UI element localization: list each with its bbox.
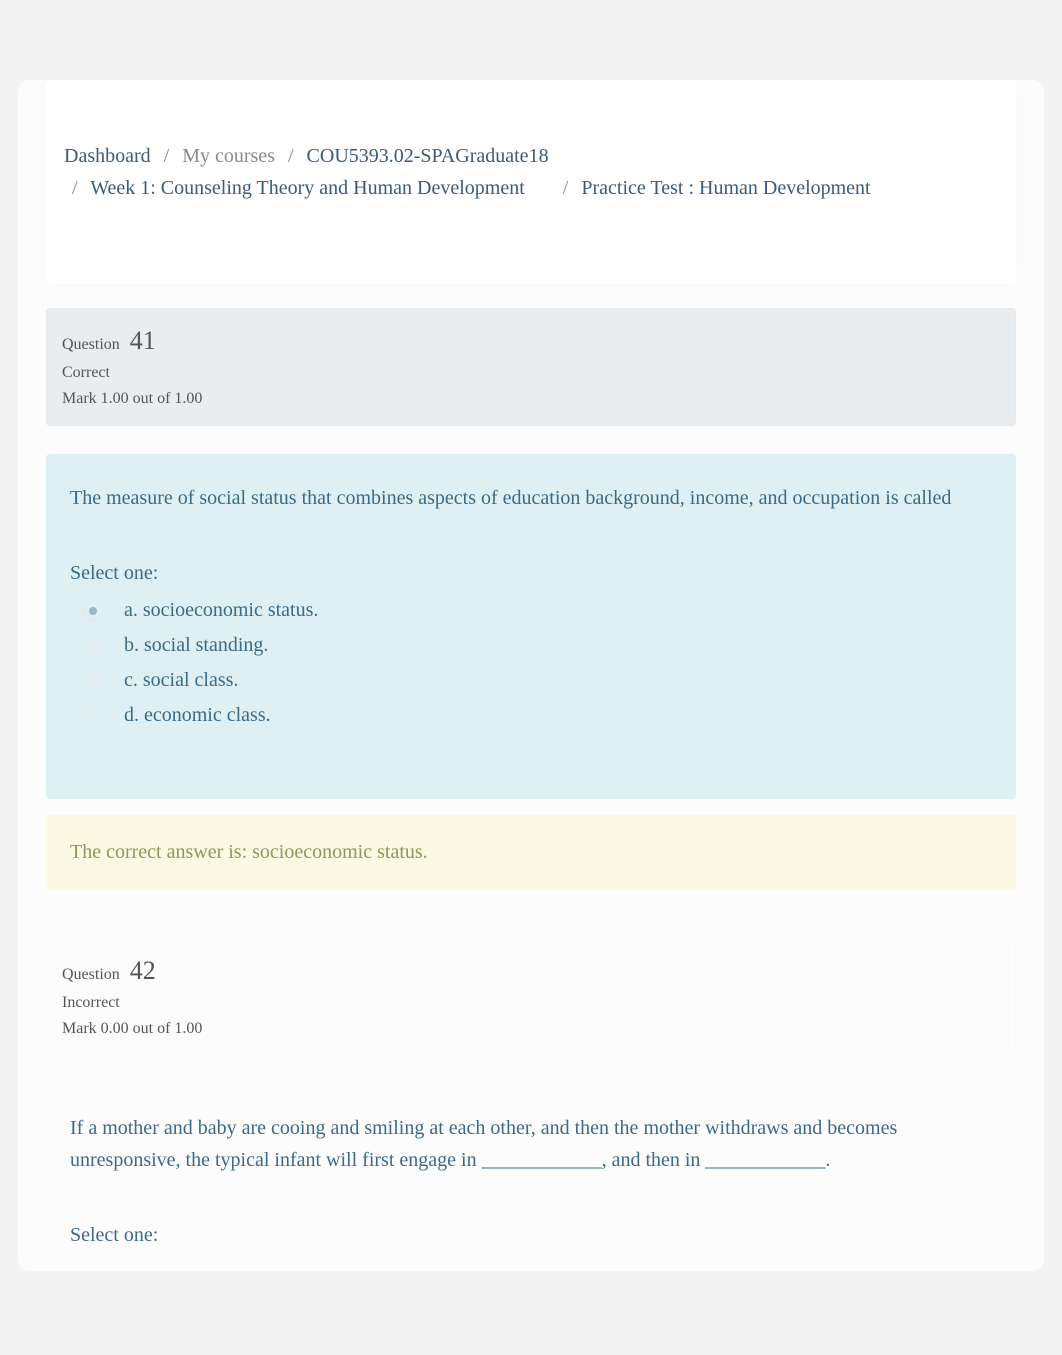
breadcrumb-course[interactable]: COU5393.02-SPAGraduate18 [307, 145, 549, 167]
question-block: Question 42 Incorrect Mark 0.00 out of 1… [46, 938, 1016, 1271]
answer-label: a. socioeconomic status. [124, 599, 318, 622]
answer-option[interactable]: a. socioeconomic status. [84, 599, 992, 622]
main-card: Dashboard / My courses / COU5393.02-SPAG… [18, 80, 1044, 1271]
question-mark: Mark 0.00 out of 1.00 [62, 1020, 1000, 1038]
question-text: The measure of social status that combin… [70, 482, 992, 514]
radio-icon [84, 602, 102, 620]
question-body: If a mother and baby are cooing and smil… [46, 1084, 1016, 1271]
breadcrumb-separator: / [280, 145, 302, 167]
question-mark: Mark 1.00 out of 1.00 [62, 390, 1000, 408]
breadcrumb-week[interactable]: Week 1: Counseling Theory and Human Deve… [90, 177, 525, 199]
question-number-label: Question [62, 336, 120, 354]
breadcrumb-separator: / [64, 177, 86, 199]
question-info: Question 42 Incorrect Mark 0.00 out of 1… [46, 938, 1016, 1056]
question-state: Correct [62, 364, 1000, 382]
answer-option[interactable]: d. economic class. [84, 704, 992, 727]
question-body: The measure of social status that combin… [46, 454, 1016, 799]
breadcrumb-separator: / [555, 177, 577, 199]
select-one-label: Select one: [70, 1224, 992, 1247]
radio-icon [84, 707, 102, 725]
breadcrumb-my-courses: My courses [182, 145, 275, 167]
question-number: 42 [130, 956, 156, 986]
question-number: 41 [130, 326, 156, 356]
question-block: Question 41 Correct Mark 1.00 out of 1.0… [46, 308, 1016, 890]
correct-answer-feedback: The correct answer is: socioeconomic sta… [46, 815, 1016, 890]
breadcrumb-dashboard[interactable]: Dashboard [64, 145, 151, 167]
answer-label: c. social class. [124, 669, 238, 692]
breadcrumb: Dashboard / My courses / COU5393.02-SPAG… [64, 140, 998, 204]
question-number-row: Question 41 [62, 326, 1000, 356]
radio-icon [84, 637, 102, 655]
radio-icon [84, 672, 102, 690]
answer-option[interactable]: c. social class. [84, 669, 992, 692]
page-root: Dashboard / My courses / COU5393.02-SPAG… [0, 80, 1062, 1311]
answers-group: a. socioeconomic status. b. social stand… [70, 599, 992, 727]
question-number-row: Question 42 [62, 956, 1000, 986]
breadcrumb-card: Dashboard / My courses / COU5393.02-SPAG… [46, 80, 1016, 284]
answer-label: b. social standing. [124, 634, 268, 657]
question-number-label: Question [62, 966, 120, 984]
question-text: If a mother and baby are cooing and smil… [70, 1112, 992, 1176]
answer-option[interactable]: b. social standing. [84, 634, 992, 657]
select-one-label: Select one: [70, 562, 992, 585]
answer-label: d. economic class. [124, 704, 271, 727]
breadcrumb-activity[interactable]: Practice Test : Human Development [581, 177, 870, 199]
question-state: Incorrect [62, 994, 1000, 1012]
breadcrumb-separator: / [156, 145, 178, 167]
question-info: Question 41 Correct Mark 1.00 out of 1.0… [46, 308, 1016, 426]
